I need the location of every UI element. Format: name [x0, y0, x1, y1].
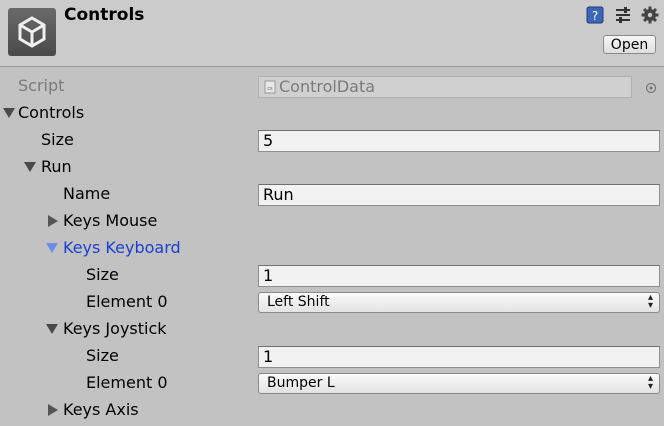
keys-joystick-element-row: Element 0 Bumper L ▴ ▾ [0, 370, 664, 397]
keys-joystick-row[interactable]: Keys Joystick [0, 316, 664, 343]
keys-joystick-size-label: Size [86, 346, 119, 365]
keys-keyboard-size-row: Size 1 [0, 262, 664, 289]
keys-keyboard-label: Keys Keyboard [63, 238, 181, 257]
controls-size-label: Size [41, 130, 74, 149]
name-label: Name [63, 184, 111, 203]
script-file-icon: cs [263, 79, 277, 94]
keys-keyboard-element-dropdown[interactable]: Left Shift ▴ ▾ [258, 292, 660, 313]
svg-text:cs: cs [267, 86, 273, 92]
dropdown-arrows-icon: ▴ ▾ [647, 292, 653, 311]
svg-text:?: ? [592, 9, 598, 23]
run-row[interactable]: Run [0, 154, 664, 181]
keys-keyboard-element-row: Element 0 Left Shift ▴ ▾ [0, 289, 664, 316]
keys-keyboard-element-value: Left Shift [267, 294, 330, 310]
script-value: ControlData [279, 77, 376, 96]
controls-row[interactable]: Controls [0, 100, 664, 127]
keys-joystick-foldout-icon[interactable] [46, 324, 58, 334]
gear-icon[interactable] [641, 6, 659, 24]
script-row: Script cs ControlData [0, 73, 664, 100]
open-button[interactable]: Open [603, 35, 656, 54]
keys-joystick-element-label: Element 0 [86, 373, 168, 392]
controls-size-row: Size 5 [0, 127, 664, 154]
keys-keyboard-size-field[interactable]: 1 [258, 265, 660, 287]
keys-joystick-element-dropdown[interactable]: Bumper L ▴ ▾ [258, 373, 660, 394]
controls-label: Controls [18, 103, 85, 122]
header-divider [0, 66, 664, 67]
script-field[interactable]: cs ControlData [258, 76, 632, 98]
name-field[interactable]: Run [258, 184, 660, 206]
keys-axis-label: Keys Axis [63, 400, 139, 419]
controls-size-field[interactable]: 5 [258, 130, 660, 152]
object-picker-icon[interactable] [645, 79, 657, 98]
keys-keyboard-row[interactable]: Keys Keyboard [0, 235, 664, 262]
unity-logo-icon [8, 8, 56, 56]
inspector-title: Controls [64, 5, 145, 25]
keys-joystick-size-row: Size 1 [0, 343, 664, 370]
run-foldout-icon[interactable] [24, 162, 36, 172]
keys-joystick-element-value: Bumper L [267, 375, 335, 391]
name-row: Name Run [0, 181, 664, 208]
script-label: Script [18, 76, 65, 95]
run-label: Run [41, 157, 72, 176]
keys-axis-row[interactable]: Keys Axis [0, 397, 664, 424]
controls-foldout-icon[interactable] [3, 108, 15, 118]
keys-mouse-label: Keys Mouse [63, 211, 158, 230]
dropdown-arrows-icon: ▴ ▾ [647, 373, 653, 392]
keys-keyboard-element-label: Element 0 [86, 292, 168, 311]
presets-icon[interactable] [614, 6, 632, 24]
keys-axis-foldout-icon[interactable] [48, 404, 58, 416]
keys-joystick-label: Keys Joystick [63, 319, 167, 338]
keys-keyboard-foldout-icon[interactable] [46, 243, 58, 253]
inspector-header: Controls ? Open [0, 0, 664, 66]
keys-keyboard-size-label: Size [86, 265, 119, 284]
keys-mouse-row[interactable]: Keys Mouse [0, 208, 664, 235]
keys-joystick-size-field[interactable]: 1 [258, 346, 660, 368]
help-icon[interactable]: ? [586, 6, 604, 24]
keys-mouse-foldout-icon[interactable] [48, 215, 58, 227]
